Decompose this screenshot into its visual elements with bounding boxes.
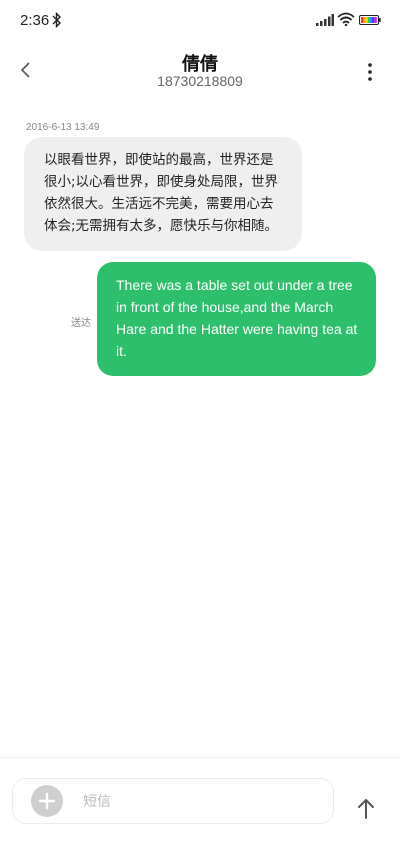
sms-conversation-screen: 2:36 倩倩 18730218809 2016-6-13 13:49 以眼看世… <box>0 0 400 844</box>
more-vertical-icon[interactable] <box>360 60 380 84</box>
message-composer <box>12 778 334 824</box>
wifi-icon <box>337 12 355 26</box>
add-attachment-button[interactable] <box>31 785 63 817</box>
sms-input[interactable] <box>81 789 315 815</box>
status-time: 2:36 <box>20 12 50 29</box>
delivery-status: 送达 <box>71 318 91 329</box>
message-timestamp: 2016-6-13 13:49 <box>26 122 100 133</box>
conversation-header: 倩倩 18730218809 <box>0 44 400 104</box>
incoming-message-bubble[interactable]: 以眼看世界，即使站的最高，世界还是很小;以心看世界，即使身处局限，世界依然很大。… <box>24 137 302 251</box>
status-bar: 2:36 <box>0 0 400 40</box>
plus-icon <box>38 792 56 810</box>
composer-divider <box>0 757 400 758</box>
battery-icon <box>359 15 381 25</box>
send-arrow-icon[interactable] <box>355 796 377 820</box>
signal-icon <box>316 14 334 26</box>
contact-number: 18730218809 <box>157 73 243 89</box>
outgoing-message-bubble[interactable]: There was a table set out under a tree i… <box>97 262 376 376</box>
bluetooth-icon <box>52 12 61 28</box>
